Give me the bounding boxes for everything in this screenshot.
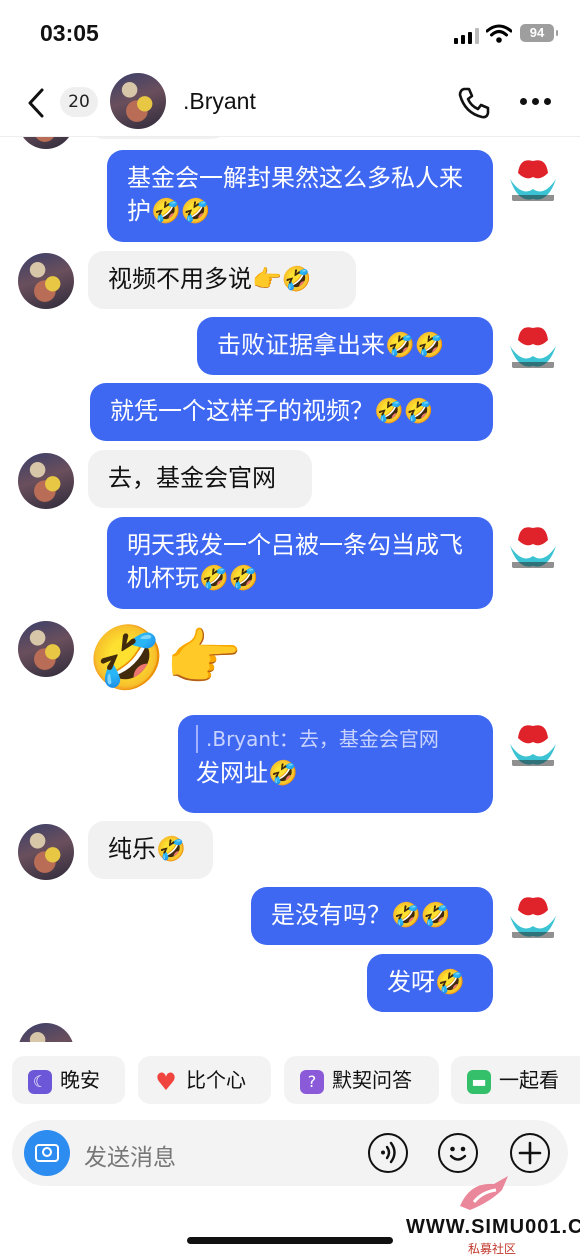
contact-avatar[interactable] xyxy=(18,137,74,149)
message-bubble-received[interactable]: 视频不用多说👉🤣 xyxy=(88,251,356,309)
signal-icon xyxy=(454,28,480,44)
home-indicator[interactable] xyxy=(187,1237,393,1244)
contact-avatar[interactable] xyxy=(18,621,74,677)
message-bubble-sent[interactable]: 明天我发一个吕被一条勾当成飞机杯玩🤣🤣 xyxy=(107,517,493,609)
message-bubble-received[interactable]: 纯乐🤣 xyxy=(88,821,213,879)
contact-avatar[interactable] xyxy=(110,73,166,129)
big-emoji-message[interactable]: 🤣👉 xyxy=(88,623,242,693)
contact-name[interactable]: .Bryant xyxy=(183,88,256,115)
question-icon: ? xyxy=(300,1069,324,1094)
message-bubble-sent-reply[interactable]: .Bryant：去，基金会官网 发网址🤣 xyxy=(178,715,493,813)
heart-icon: ♥ xyxy=(155,1067,177,1096)
quick-action-quiz[interactable]: ? 默契问答 xyxy=(284,1056,439,1104)
message-list[interactable]: 基金会一解封果然这么多私人来护🤣🤣 视频不用多说👉🤣 击败证据拿出来🤣🤣 就凭一… xyxy=(0,137,580,1042)
message-bubble-sent[interactable]: 发呀🤣 xyxy=(367,954,493,1012)
message-bubble-sent[interactable]: 是没有吗？🤣🤣 xyxy=(251,887,493,945)
my-avatar[interactable] xyxy=(504,716,562,774)
quick-action-label: 一起看 xyxy=(499,1068,559,1092)
quoted-message: .Bryant：去，基金会官网 xyxy=(196,725,475,753)
message-input[interactable]: 发送消息 xyxy=(84,1138,176,1172)
moon-icon: ☾ xyxy=(28,1069,52,1094)
battery-icon: 94 xyxy=(520,24,558,42)
my-avatar[interactable] xyxy=(504,888,562,946)
voice-icon[interactable] xyxy=(368,1133,408,1173)
foundation-logo-icon xyxy=(510,327,556,368)
message-bubble-received[interactable]: 去，基金会官网 xyxy=(88,450,312,508)
message-text: 发网址🤣 xyxy=(196,759,298,787)
wifi-icon xyxy=(486,24,512,43)
sofa-icon: ▬ xyxy=(467,1069,491,1094)
status-time: 03:05 xyxy=(40,20,99,46)
quick-actions-bar[interactable]: ☾ 晚安 ♥ 比个心 ? 默契问答 ▬ 一起看 xyxy=(0,1050,580,1108)
quick-action-label: 晚安 xyxy=(60,1068,100,1092)
back-arrow-icon[interactable] xyxy=(24,86,48,120)
message-bubble-partial xyxy=(88,137,228,139)
foundation-logo-icon xyxy=(510,897,556,938)
message-bubble-sent[interactable]: 基金会一解封果然这么多私人来护🤣🤣 xyxy=(107,150,493,242)
message-bubble-sent[interactable]: 击败证据拿出来🤣🤣 xyxy=(197,317,493,375)
watermark-caption: 私募社区 xyxy=(468,1242,517,1256)
watermark-logo-icon xyxy=(460,1176,508,1210)
phone-icon[interactable] xyxy=(456,85,492,121)
watermark-site: WWW.SIMU001.CN xyxy=(406,1216,580,1238)
foundation-logo-icon xyxy=(510,527,556,568)
my-avatar[interactable] xyxy=(504,151,562,209)
plus-icon[interactable] xyxy=(510,1133,550,1173)
foundation-logo-icon xyxy=(510,160,556,201)
contact-avatar[interactable] xyxy=(18,453,74,509)
quick-action-heart[interactable]: ♥ 比个心 xyxy=(138,1056,271,1104)
foundation-logo-icon xyxy=(510,725,556,766)
my-avatar[interactable] xyxy=(504,318,562,376)
contact-avatar[interactable] xyxy=(18,1023,74,1042)
contact-avatar[interactable] xyxy=(18,824,74,880)
quick-action-label: 默契问答 xyxy=(332,1068,412,1092)
my-avatar[interactable] xyxy=(504,518,562,576)
message-bubble-sent[interactable]: 就凭一个这样子的视频？🤣🤣 xyxy=(90,383,493,441)
quick-action-goodnight[interactable]: ☾ 晚安 xyxy=(12,1056,125,1104)
more-options-icon[interactable] xyxy=(520,98,552,108)
contact-avatar[interactable] xyxy=(18,253,74,309)
status-bar: 03:05 94 xyxy=(0,0,580,70)
quick-action-watch-together[interactable]: ▬ 一起看 xyxy=(451,1056,580,1104)
quick-action-label: 比个心 xyxy=(186,1068,246,1092)
unread-badge[interactable]: 20 xyxy=(60,87,98,117)
chat-header: 20 .Bryant xyxy=(0,70,580,137)
emoji-icon[interactable] xyxy=(438,1133,478,1173)
camera-icon[interactable] xyxy=(24,1130,70,1176)
